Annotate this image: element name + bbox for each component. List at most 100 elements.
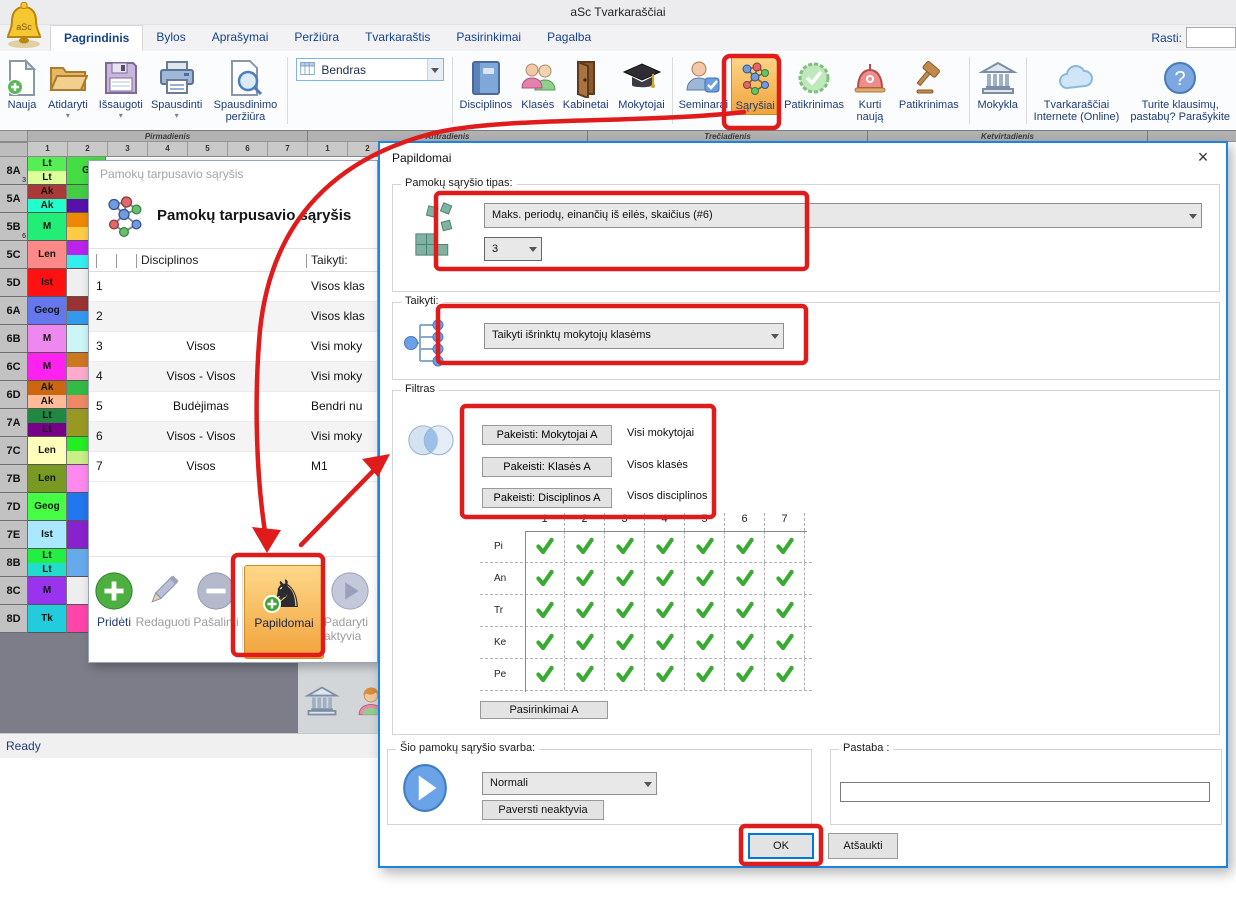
- mokykla-button[interactable]: Mokykla: [972, 54, 1024, 113]
- check-cell[interactable]: [525, 531, 565, 562]
- check-cell[interactable]: [525, 563, 565, 594]
- check-cell[interactable]: [565, 627, 605, 658]
- check-cell[interactable]: [725, 563, 765, 594]
- selections-button[interactable]: Pasirinkimai A: [480, 701, 608, 719]
- pakeisti-mokytojai-a-button[interactable]: Pakeisti: Mokytojai A: [482, 425, 612, 445]
- apply-dropdown[interactable]: Taikyti išrinktų mokytojų klasėms: [484, 323, 784, 349]
- check-cell[interactable]: [525, 595, 565, 626]
- lesson-cell[interactable]: LtLt: [28, 549, 67, 577]
- s-ry-iai-button[interactable]: Sąryšiai: [731, 54, 779, 115]
- note-input[interactable]: [840, 782, 1210, 802]
- tab-apra-ymai[interactable]: Aprašymai: [199, 25, 282, 51]
- tab-pagalba[interactable]: Pagalba: [534, 25, 604, 51]
- check-cell[interactable]: [685, 563, 725, 594]
- check-cell[interactable]: [725, 627, 765, 658]
- kabinetai-button[interactable]: Kabinetai: [559, 54, 613, 113]
- check-cell[interactable]: [765, 563, 805, 594]
- check-cell[interactable]: [565, 659, 605, 690]
- check-cell[interactable]: [605, 563, 645, 594]
- lesson-cell[interactable]: M: [28, 353, 67, 381]
- check-cell[interactable]: [605, 595, 645, 626]
- relationship-row[interactable]: 7VisosM1: [89, 452, 377, 482]
- make-inactive-button[interactable]: Paversti neaktyvia: [482, 800, 604, 820]
- tab-tvarkara-tis[interactable]: Tvarkaraštis: [352, 25, 443, 51]
- check-cell[interactable]: [765, 595, 805, 626]
- tab-pasirinkimai[interactable]: Pasirinkimai: [443, 25, 534, 51]
- lesson-cell[interactable]: Ist: [28, 521, 67, 549]
- lesson-cell[interactable]: LtLt: [28, 157, 67, 185]
- find-input[interactable]: [1186, 27, 1236, 48]
- check-cell[interactable]: [645, 659, 685, 690]
- turite-klausim-pastab-para-ykite-button[interactable]: ?Turite klausimų, pastabų? Parašykite: [1124, 54, 1236, 125]
- pa-alinti-button[interactable]: Pašalinti: [191, 565, 241, 629]
- tvarkara-iai-internete-online-button[interactable]: Tvarkaraščiai Internete (Online): [1029, 54, 1125, 125]
- check-cell[interactable]: [525, 659, 565, 690]
- tab-pagrindinis[interactable]: Pagrindinis: [50, 25, 143, 51]
- check-cell[interactable]: [645, 627, 685, 658]
- check-cell[interactable]: [645, 563, 685, 594]
- padaryti-aktyvia-button[interactable]: Padaryti aktyvia: [324, 565, 376, 643]
- patikrinimas-button[interactable]: Patikrinimas: [891, 54, 967, 113]
- importance-dropdown[interactable]: Normali: [482, 772, 657, 795]
- asc-bell-logo[interactable]: aSc: [2, 1, 46, 49]
- lesson-cell[interactable]: M: [28, 213, 67, 241]
- check-cell[interactable]: [725, 659, 765, 690]
- check-cell[interactable]: [725, 531, 765, 562]
- close-icon[interactable]: ×: [1192, 147, 1214, 168]
- view-combo-dropdown[interactable]: [427, 59, 443, 80]
- spausdinimo-per-i-ra-button[interactable]: Spausdinimo peržiūra: [206, 54, 286, 125]
- pakeisti-klas-s-a-button[interactable]: Pakeisti: Klasės A: [482, 457, 612, 477]
- cancel-button[interactable]: Atšaukti: [828, 833, 898, 859]
- klas-s-button[interactable]: Klasės: [517, 54, 559, 113]
- lesson-cell[interactable]: Geog: [28, 493, 67, 521]
- lesson-cell[interactable]: AkAk: [28, 381, 67, 409]
- lesson-cell[interactable]: Len: [28, 241, 67, 269]
- relationship-type-dropdown[interactable]: Maks. periodų, einančių iš eilės, skaiči…: [484, 203, 1202, 228]
- redaguoti-button[interactable]: Redaguoti: [135, 565, 191, 629]
- disciplinos-button[interactable]: Disciplinos: [455, 54, 517, 113]
- lesson-cell[interactable]: Tk: [28, 605, 67, 633]
- relationship-row[interactable]: 2Visos klas: [89, 302, 377, 332]
- tab-bylos[interactable]: Bylos: [143, 25, 198, 51]
- check-cell[interactable]: [605, 531, 645, 562]
- check-cell[interactable]: [685, 595, 725, 626]
- relationship-row[interactable]: 1Visos klas: [89, 272, 377, 302]
- check-cell[interactable]: [605, 659, 645, 690]
- check-cell[interactable]: [685, 627, 725, 658]
- check-cell[interactable]: [565, 595, 605, 626]
- lesson-cell[interactable]: Len: [28, 437, 67, 465]
- count-dropdown[interactable]: 3: [484, 237, 542, 261]
- check-cell[interactable]: [765, 531, 805, 562]
- kurti-nauj-button[interactable]: Kurti naują: [849, 54, 891, 125]
- check-cell[interactable]: [605, 627, 645, 658]
- seminarai-button[interactable]: Seminarai: [675, 54, 731, 113]
- spausdinti-button[interactable]: Spausdinti▾: [148, 54, 206, 120]
- view-combo[interactable]: Bendras: [296, 58, 444, 81]
- ok-button[interactable]: OK: [748, 833, 814, 859]
- check-cell[interactable]: [685, 659, 725, 690]
- tab-per-i-ra[interactable]: Peržiūra: [281, 25, 352, 51]
- prid-ti-button[interactable]: Pridėti: [93, 565, 135, 629]
- lesson-cell[interactable]: M: [28, 325, 67, 353]
- lesson-cell[interactable]: M: [28, 577, 67, 605]
- check-cell[interactable]: [645, 595, 685, 626]
- check-cell[interactable]: [565, 563, 605, 594]
- lesson-cell[interactable]: AkAk: [28, 185, 67, 213]
- lesson-cell[interactable]: Geog: [28, 297, 67, 325]
- papildomai-button[interactable]: ♞Papildomai: [244, 565, 324, 659]
- check-cell[interactable]: [525, 627, 565, 658]
- check-cell[interactable]: [725, 595, 765, 626]
- i-saugoti-button[interactable]: Išsaugoti▾: [94, 54, 148, 120]
- lesson-cell[interactable]: Len: [28, 465, 67, 493]
- pakeisti-disciplinos-a-button[interactable]: Pakeisti: Disciplinos A: [482, 488, 612, 508]
- atidaryti-button[interactable]: Atidaryti▾: [42, 54, 94, 120]
- check-cell[interactable]: [645, 531, 685, 562]
- check-cell[interactable]: [765, 627, 805, 658]
- relationship-row[interactable]: 3VisosVisi moky: [89, 332, 377, 362]
- lesson-cell[interactable]: Ist: [28, 269, 67, 297]
- relationship-row[interactable]: 4Visos - VisosVisi moky: [89, 362, 377, 392]
- relationship-row[interactable]: 5BudėjimasBendri nu: [89, 392, 377, 422]
- check-cell[interactable]: [685, 531, 725, 562]
- lesson-cell[interactable]: LtLt: [28, 409, 67, 437]
- check-cell[interactable]: [565, 531, 605, 562]
